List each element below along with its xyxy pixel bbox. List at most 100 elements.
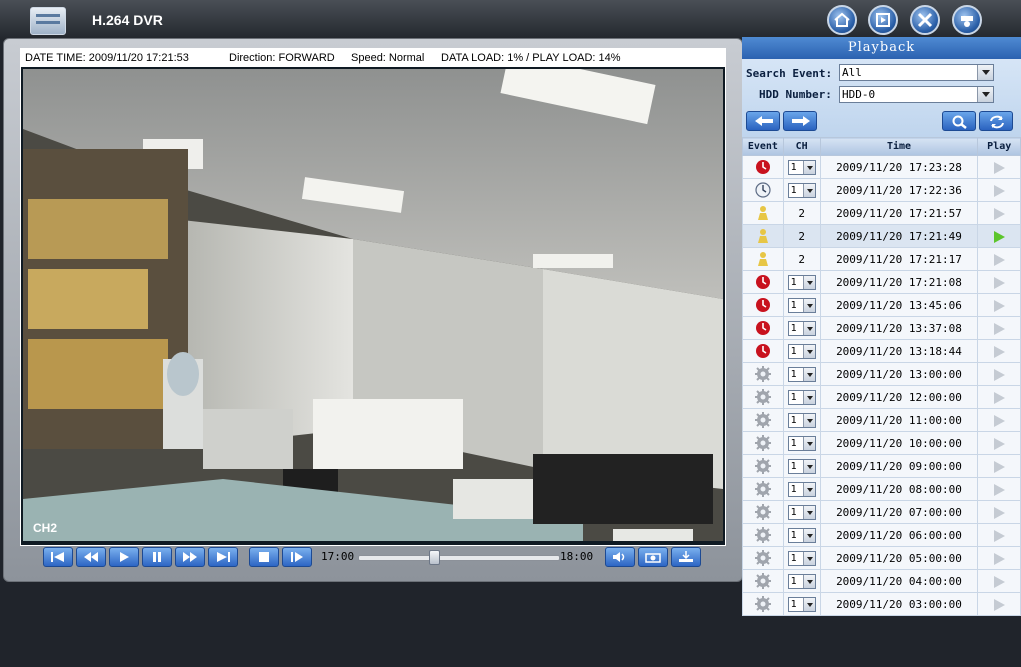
backup-button[interactable] [671, 547, 701, 567]
play-icon[interactable] [993, 253, 1005, 266]
event-row[interactable]: 1 2009/11/20 13:37:08 [742, 316, 1021, 340]
channel-select[interactable]: 1 [787, 527, 816, 543]
channel-select[interactable]: 1 [787, 596, 816, 612]
channel-select[interactable]: 1 [787, 297, 816, 313]
rewind-button[interactable] [76, 547, 106, 567]
event-row[interactable]: 1 2009/11/20 09:00:00 [742, 454, 1021, 478]
col-header-event: Event [742, 137, 784, 156]
event-row[interactable]: 1 2009/11/20 06:00:00 [742, 523, 1021, 547]
event-row[interactable]: 2 2009/11/20 17:21:17 [742, 247, 1021, 271]
channel-select[interactable]: 1 [787, 389, 816, 405]
channel-select[interactable]: 1 [787, 320, 816, 336]
audio-button[interactable] [605, 547, 635, 567]
event-row[interactable]: 1 2009/11/20 13:45:06 [742, 293, 1021, 317]
skip-end-icon [217, 552, 230, 562]
home-button[interactable] [827, 5, 857, 35]
event-row[interactable]: 1 2009/11/20 12:00:00 [742, 385, 1021, 409]
event-row[interactable]: 1 2009/11/20 04:00:00 [742, 569, 1021, 593]
play-icon[interactable] [993, 276, 1005, 289]
event-play-cell [977, 500, 1021, 524]
play-icon[interactable] [993, 598, 1005, 611]
channel-select[interactable]: 1 [787, 504, 816, 520]
event-channel-cell: 1 [782, 569, 821, 593]
search-button[interactable] [942, 111, 976, 131]
event-row[interactable]: 1 2009/11/20 17:23:28 [742, 155, 1021, 179]
event-type-cell [742, 500, 784, 524]
step-forward-icon [291, 552, 303, 562]
search-event-select[interactable]: All [839, 64, 994, 81]
event-row[interactable]: 1 2009/11/20 17:22:36 [742, 178, 1021, 202]
event-row[interactable]: 1 2009/11/20 17:21:08 [742, 270, 1021, 294]
next-page-button[interactable] [783, 111, 817, 131]
event-row[interactable]: 1 2009/11/20 13:00:00 [742, 362, 1021, 386]
stop-button[interactable] [249, 547, 279, 567]
channel-select[interactable]: 1 [787, 274, 816, 290]
play-icon[interactable] [993, 345, 1005, 358]
playback-controls: 17:00 18:00 [20, 543, 724, 571]
pause-button[interactable] [142, 547, 172, 567]
event-row[interactable]: 1 2009/11/20 08:00:00 [742, 477, 1021, 501]
channel-select[interactable]: 1 [787, 458, 816, 474]
play-button[interactable] [109, 547, 139, 567]
play-icon[interactable] [993, 575, 1005, 588]
event-play-cell [977, 592, 1021, 616]
play-icon[interactable] [993, 483, 1005, 496]
playback-mode-button[interactable] [868, 5, 898, 35]
event-time-cell: 2009/11/20 17:21:57 [819, 201, 979, 225]
channel-select[interactable]: 1 [787, 366, 816, 382]
play-icon[interactable] [993, 391, 1005, 404]
timeline-slider[interactable] [358, 550, 560, 565]
event-row[interactable]: 1 2009/11/20 10:00:00 [742, 431, 1021, 455]
channel-select[interactable]: 1 [787, 412, 816, 428]
event-row[interactable]: 2 2009/11/20 17:21:49 [742, 224, 1021, 248]
play-icon[interactable] [993, 368, 1005, 381]
event-row[interactable]: 2 2009/11/20 17:21:57 [742, 201, 1021, 225]
status-speed: Speed: Normal [351, 52, 425, 64]
play-icon[interactable] [993, 299, 1005, 312]
snapshot-button[interactable] [638, 547, 668, 567]
fast-forward-button[interactable] [175, 547, 205, 567]
video-view[interactable]: CH2 [23, 69, 723, 541]
settings-button[interactable] [910, 5, 940, 35]
channel-select[interactable]: 1 [787, 182, 816, 198]
event-play-cell [977, 385, 1021, 409]
camera-button[interactable] [952, 5, 982, 35]
play-icon[interactable] [993, 322, 1005, 335]
channel-select[interactable]: 1 [787, 573, 816, 589]
hdd-number-select[interactable]: HDD-0 [839, 86, 994, 103]
timeline-slider-thumb[interactable] [429, 550, 441, 565]
play-icon[interactable] [993, 230, 1005, 243]
play-icon[interactable] [993, 414, 1005, 427]
skip-end-button[interactable] [208, 547, 238, 567]
play-icon[interactable] [993, 161, 1005, 174]
channel-select[interactable]: 1 [787, 159, 816, 175]
event-row[interactable]: 1 2009/11/20 03:00:00 [742, 592, 1021, 616]
event-row[interactable]: 1 2009/11/20 05:00:00 [742, 546, 1021, 570]
event-row[interactable]: 1 2009/11/20 13:18:44 [742, 339, 1021, 363]
channel-select[interactable]: 1 [787, 481, 816, 497]
play-icon[interactable] [993, 184, 1005, 197]
event-play-cell [977, 408, 1021, 432]
play-icon[interactable] [993, 207, 1005, 220]
channel-select[interactable]: 1 [787, 550, 816, 566]
refresh-button[interactable] [979, 111, 1013, 131]
event-row[interactable]: 1 2009/11/20 11:00:00 [742, 408, 1021, 432]
play-icon[interactable] [993, 437, 1005, 450]
event-channel-cell: 1 [782, 385, 821, 409]
channel-select[interactable]: 1 [787, 435, 816, 451]
play-icon[interactable] [993, 460, 1005, 473]
col-header-play: Play [977, 137, 1021, 156]
event-channel-cell: 1 [782, 431, 821, 455]
play-icon[interactable] [993, 506, 1005, 519]
status-datetime: DATE TIME: 2009/11/20 17:21:53 [25, 52, 189, 64]
play-icon[interactable] [993, 529, 1005, 542]
play-icon[interactable] [993, 552, 1005, 565]
event-row[interactable]: 1 2009/11/20 07:00:00 [742, 500, 1021, 524]
channel-select[interactable]: 1 [787, 343, 816, 359]
event-channel-cell: 1 [782, 339, 821, 363]
skip-start-button[interactable] [43, 547, 73, 567]
step-forward-button[interactable] [282, 547, 312, 567]
event-channel-cell: 1 [782, 454, 821, 478]
skip-start-icon [51, 552, 64, 562]
previous-page-button[interactable] [746, 111, 780, 131]
